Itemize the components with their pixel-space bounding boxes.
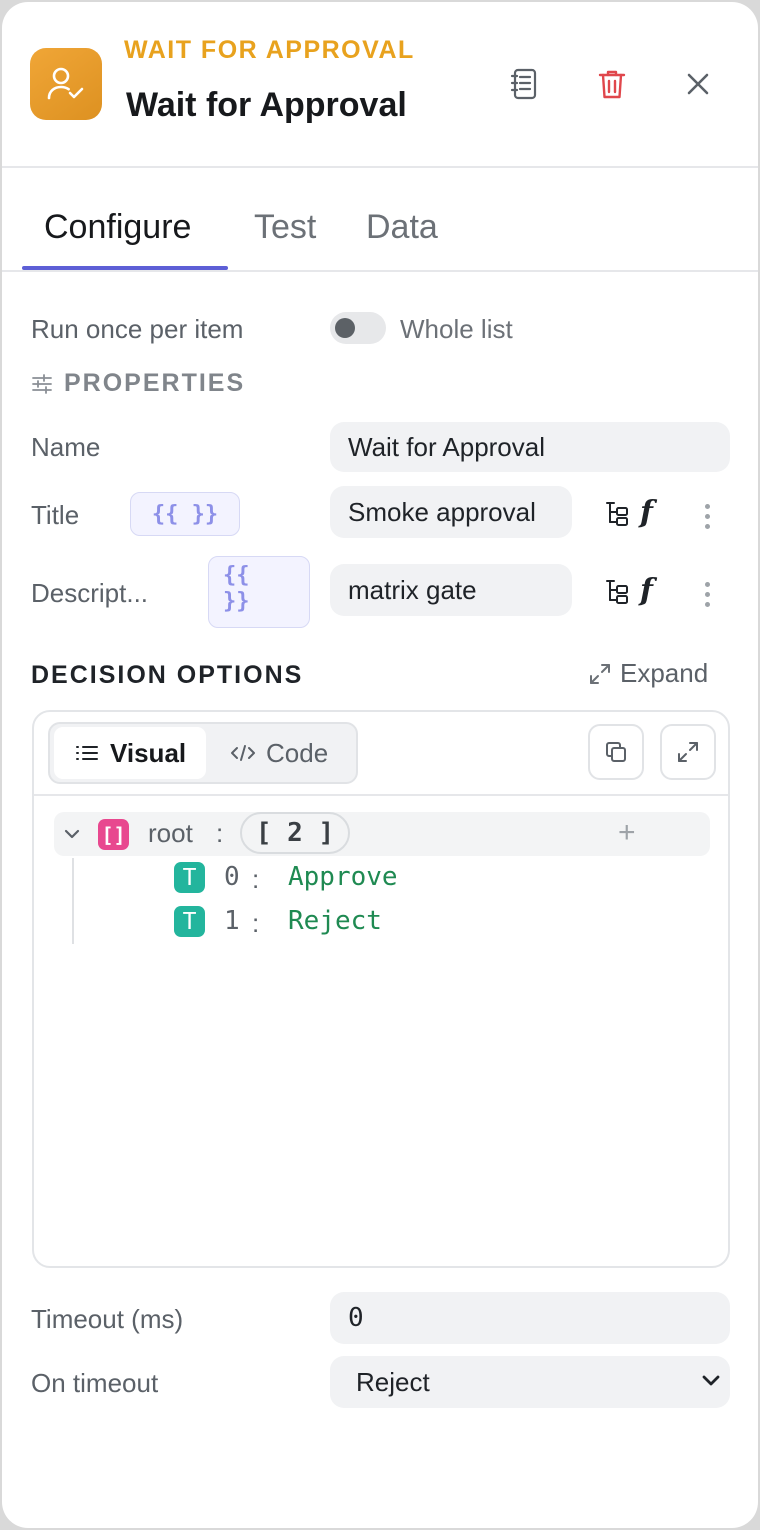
array-type-badge: [] [98,819,129,850]
trash-icon [598,70,626,99]
code-view-button[interactable]: Code [216,727,352,779]
decision-options-heading: DECISION OPTIONS [31,661,304,689]
description-label: Descript... [31,578,149,608]
description-more-menu-icon[interactable] [705,582,711,612]
on-timeout-select[interactable]: Reject [330,1356,730,1408]
close-icon [687,73,709,95]
run-mode-label: Run once per item [31,314,244,344]
visual-view-label: Visual [110,737,187,768]
title-input[interactable]: Smoke approval [330,486,572,538]
tab-test[interactable]: Test [254,208,316,247]
node-title: Wait for Approval [126,86,407,124]
tree-structure-icon [606,502,628,526]
expand-label: Expand [620,658,709,688]
code-icon [231,745,255,761]
expand-arrows-icon [590,663,610,684]
description-input[interactable]: matrix gate [330,564,572,616]
title-function-icon[interactable]: f [640,495,653,530]
item-colon: : [252,864,260,894]
template-close-braces: }} [223,589,250,614]
name-label: Name [31,432,101,462]
wait-for-approval-panel: WAIT FOR APPROVAL Wait for Approval Conf… [2,2,758,1528]
description-tree-button[interactable] [602,576,632,606]
title-label: Title [31,500,80,530]
on-timeout-label: On timeout [31,1368,159,1398]
template-open-braces: {{ [223,563,250,588]
active-tab-indicator [22,266,228,270]
title-template-toggle[interactable]: {{ }} [130,492,240,536]
delete-button[interactable] [590,62,634,106]
timeout-input[interactable]: 0 [330,1292,730,1344]
expand-button[interactable]: Expand [588,658,708,689]
item-colon: : [252,908,260,938]
name-input[interactable]: Wait for Approval [330,422,730,472]
on-timeout-selected-value: Reject [356,1366,430,1397]
tab-data[interactable]: Data [366,208,438,247]
tab-bar: Configure Test Data [2,170,758,272]
tree-structure-icon [606,580,628,604]
properties-heading: PROPERTIES [64,369,246,397]
editor-toolbar: Visual Code [34,712,728,796]
description-template-toggle[interactable]: {{ }} [208,556,310,628]
maximize-icon [678,742,698,762]
copy-icon [606,742,626,762]
fullscreen-button[interactable] [660,724,716,780]
whole-list-label: Whole list [400,314,513,344]
copy-button[interactable] [588,724,644,780]
root-key: root [148,818,193,848]
item-index: 0 [224,862,240,892]
panel-header: WAIT FOR APPROVAL Wait for Approval [2,2,758,168]
tab-configure[interactable]: Configure [44,208,191,247]
sliders-icon [32,374,52,394]
title-tree-button[interactable] [602,498,632,528]
list-icon [76,746,98,760]
item-value[interactable]: Approve [288,862,398,892]
item-value[interactable]: Reject [288,906,382,936]
tree-guide-line [72,858,74,944]
node-type-label: WAIT FOR APPROVAL [124,36,415,64]
chevron-down-icon [702,1375,720,1386]
chevron-down-icon[interactable] [64,828,80,840]
string-type-badge: T [174,906,205,937]
view-mode-switch: Visual Code [48,722,358,784]
json-editor: Visual Code [] root: [2] + T 0: Appr… [32,710,730,1268]
notes-icon [510,68,537,100]
close-button[interactable] [676,62,720,106]
root-colon: : [216,818,224,848]
timeout-label: Timeout (ms) [31,1304,184,1334]
item-index: 1 [224,906,240,936]
add-item-button[interactable]: + [618,816,636,850]
code-view-label: Code [266,737,329,768]
array-count-pill: [ 2 ] [240,812,350,854]
toggle-knob [335,318,355,338]
title-more-menu-icon[interactable] [705,504,711,534]
notes-button[interactable] [502,62,546,106]
description-function-icon[interactable]: f [640,573,653,608]
string-type-badge: T [174,862,205,893]
whole-list-toggle[interactable] [330,312,386,344]
visual-view-button[interactable]: Visual [54,727,206,779]
user-check-icon [30,48,102,120]
